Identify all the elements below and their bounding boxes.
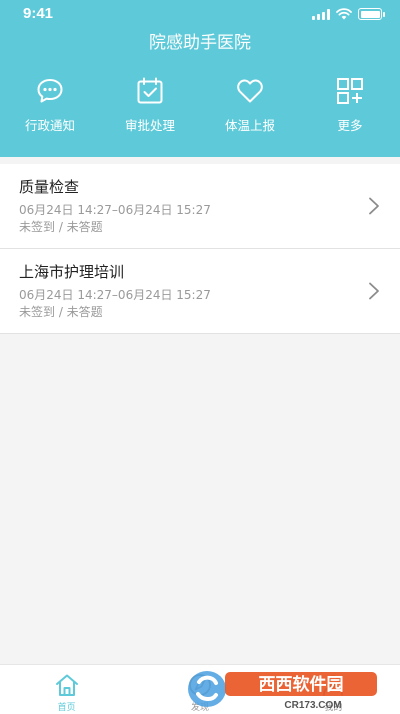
home-icon <box>55 674 78 696</box>
watermark-brand: 西西软件园 <box>259 674 344 695</box>
list-item[interactable]: 质量检查 06月24日 14:27–06月24日 15:27 未签到 / 未答题 <box>0 164 400 249</box>
heart-icon <box>237 79 263 103</box>
item-title: 质量检查 <box>19 178 80 196</box>
status-bar: 9:41 <box>0 0 400 28</box>
chat-bubble-icon <box>37 79 63 103</box>
quick-label: 体温上报 <box>224 118 275 133</box>
battery-icon <box>358 8 385 20</box>
signal-icon <box>312 8 330 20</box>
quick-label: 行政通知 <box>24 118 75 133</box>
quick-item-more[interactable]: 更多 <box>300 76 400 138</box>
item-title: 上海市护理培训 <box>19 263 125 281</box>
watermark-logo: 西西软件园 CR173.COM <box>185 666 385 712</box>
status-time: 9:41 <box>23 5 54 22</box>
item-time: 06月24日 14:27–06月24日 15:27 <box>19 203 211 217</box>
item-time: 06月24日 14:27–06月24日 15:27 <box>19 288 211 302</box>
calendar-check-icon <box>137 77 163 104</box>
item-status: 未签到 / 未答题 <box>19 305 103 319</box>
quick-item-admin-notice[interactable]: 行政通知 <box>0 76 100 138</box>
chevron-right-icon <box>369 197 379 215</box>
status-icons <box>312 8 385 20</box>
quick-menu: 行政通知 审批处理 体温上报 更多 <box>0 76 400 138</box>
header: 9:41 院感助手医院 行政通知 审批处理 体温上报 更多 <box>0 0 400 157</box>
app-screen: 9:41 院感助手医院 行政通知 审批处理 体温上报 更多 质量检查 06月24… <box>0 0 400 714</box>
tab-home[interactable]: 首页 <box>0 665 133 714</box>
list-item[interactable]: 上海市护理培训 06月24日 14:27–06月24日 15:27 未签到 / … <box>0 249 400 334</box>
item-status: 未签到 / 未答题 <box>19 220 103 234</box>
grid-plus-icon <box>337 78 363 104</box>
page-title: 院感助手医院 <box>149 33 251 53</box>
watermark-site: CR173.COM <box>284 700 341 711</box>
quick-label: 审批处理 <box>124 118 175 133</box>
tab-label: 首页 <box>57 703 76 713</box>
activity-list: 质量检查 06月24日 14:27–06月24日 15:27 未签到 / 未答题… <box>0 164 400 334</box>
wifi-icon <box>336 8 352 20</box>
quick-item-approval[interactable]: 审批处理 <box>100 76 200 138</box>
chevron-right-icon <box>369 282 379 300</box>
quick-item-temperature-report[interactable]: 体温上报 <box>200 76 300 138</box>
watermark-image: 西西软件园 CR173.COM <box>188 671 377 711</box>
quick-label: 更多 <box>337 118 363 133</box>
